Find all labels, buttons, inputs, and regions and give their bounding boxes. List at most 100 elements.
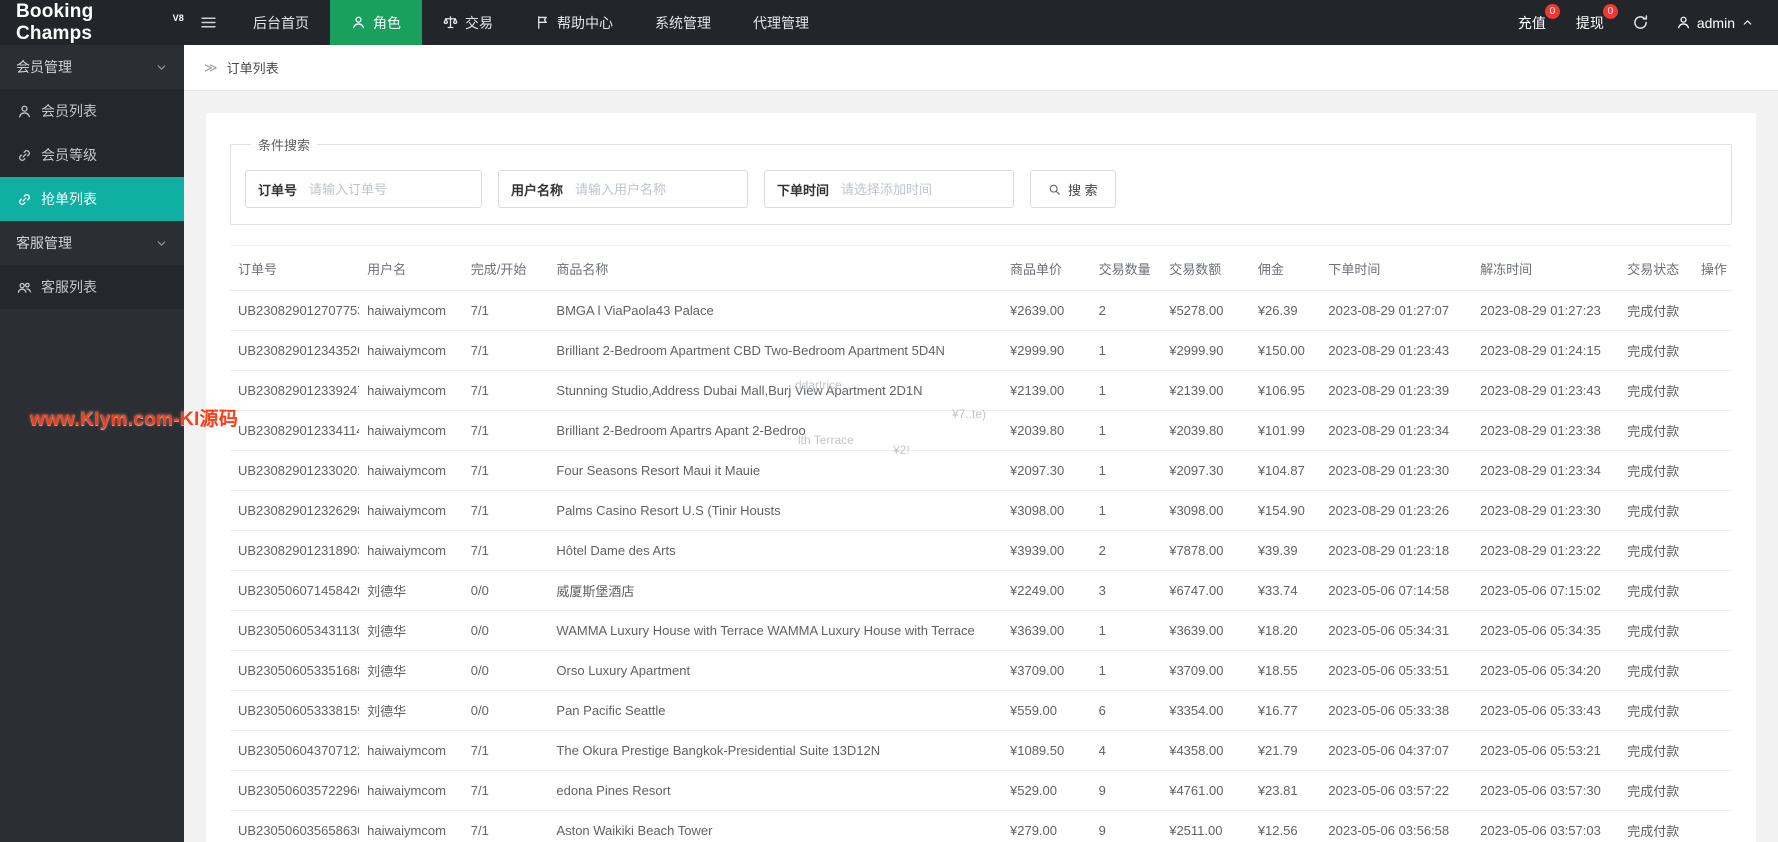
order-time-field-label: 下单时间 (777, 182, 830, 198)
nav-item-label: 系统管理 (655, 14, 711, 31)
cell-done-start: 7/1 (462, 370, 549, 411)
sidebar-item-member-level[interactable]: 会员等级 (0, 133, 184, 177)
cell-unit-price: ¥2139.00 (1002, 370, 1091, 411)
cell-username: 刘德华 (359, 610, 463, 651)
nav-item-dashboard[interactable]: 后台首页 (232, 0, 330, 45)
order-time-field: 下单时间 (764, 170, 1015, 208)
nav-item-label: 角色 (373, 14, 401, 31)
cell-product-name: edona Pines Resort (548, 770, 1003, 811)
sidebar-item-service-list[interactable]: 客服列表 (0, 265, 184, 309)
cell-unit-price: ¥529.00 (1002, 770, 1091, 811)
cell-order-no: UB2305060714584204 (230, 570, 360, 611)
cell-product-name: Hôtel Dame des Arts (548, 530, 1003, 571)
sidebar-group-service-management[interactable]: 客服管理 (0, 221, 184, 265)
cell-unit-price: ¥559.00 (1002, 690, 1091, 731)
cell-trade-status: 完成付款 (1619, 290, 1693, 331)
cell-product-name: WAMMA Luxury House with Terrace WAMMA Lu… (548, 610, 1003, 651)
cell-trade-amount: ¥2039.80 (1161, 410, 1250, 451)
cell-commission: ¥21.79 (1249, 730, 1321, 771)
order-no-input[interactable] (309, 171, 482, 207)
cell-order-time: 2023-08-29 01:23:39 (1320, 370, 1473, 411)
cell-actions (1692, 290, 1732, 331)
cell-trade-qty: 6 (1090, 690, 1162, 731)
cell-trade-qty: 1 (1090, 330, 1162, 371)
cell-order-time: 2023-05-06 05:34:31 (1320, 610, 1473, 651)
cell-done-start: 7/1 (462, 290, 549, 331)
cell-order-no: UB2308290123189030 (230, 530, 360, 571)
username-input[interactable] (575, 171, 748, 207)
search-button[interactable]: 搜 索 (1030, 170, 1116, 208)
cell-order-no: UB2305060357229663 (230, 770, 360, 811)
cell-unfreeze-time: 2023-08-29 01:23:38 (1472, 410, 1620, 451)
cell-trade-qty: 1 (1090, 370, 1162, 411)
cell-trade-amount: ¥3354.00 (1161, 690, 1250, 731)
brand-version: V8 (172, 12, 184, 23)
refresh-button[interactable] (1619, 0, 1662, 45)
cell-order-no: UB2305060533381597 (230, 690, 360, 731)
cell-username: haiwaiymcom (359, 810, 463, 842)
nav-menu: 后台首页 角色 交易 帮助中心 系统管理 代理管理 (232, 0, 830, 45)
cell-username: haiwaiymcom (359, 450, 463, 491)
cell-trade-amount: ¥5278.00 (1161, 290, 1250, 331)
sidebar-group-member-management[interactable]: 会员管理 (0, 45, 184, 89)
sidebar-group-items: 客服列表 (0, 265, 184, 309)
cell-username: haiwaiymcom (359, 410, 463, 451)
col-header-actions: 操作 (1692, 245, 1732, 291)
cell-order-no: UB2305060533516881 (230, 650, 360, 691)
cell-done-start: 0/0 (462, 690, 549, 731)
cell-username: haiwaiymcom (359, 530, 463, 571)
table-row: UB2305060534311307 刘德华 0/0 WAMMA Luxury Hou… (230, 610, 1732, 651)
cell-trade-status: 完成付款 (1619, 490, 1693, 531)
nav-item-trade[interactable]: 交易 (422, 0, 514, 45)
sidebar-item-member-list[interactable]: 会员列表 (0, 89, 184, 133)
nav-item-help-center[interactable]: 帮助中心 (514, 0, 634, 45)
search-fields-row: 订单号 用户名称 下单时间 搜 索 (245, 170, 1717, 208)
cell-username: haiwaiymcom (359, 490, 463, 531)
nav-item-label: 代理管理 (753, 14, 809, 31)
nav-item-agent[interactable]: 代理管理 (732, 0, 830, 45)
cell-product-name: Stunning Studio,Address Dubai Mall,Burj … (548, 370, 1003, 411)
cell-done-start: 0/0 (462, 650, 549, 691)
cell-commission: ¥104.87 (1249, 450, 1321, 491)
cell-order-time: 2023-05-06 07:14:58 (1320, 570, 1473, 611)
user-menu[interactable]: admin (1662, 0, 1768, 45)
table-row: UB2308290123392479 haiwaiymcom 7/1 Stunning… (230, 370, 1732, 411)
cell-done-start: 7/1 (462, 810, 549, 842)
cell-unfreeze-time: 2023-08-29 01:23:22 (1472, 530, 1620, 571)
cell-product-name: Palms Casino Resort U.S (Tinir Housts (548, 490, 1003, 531)
nav-item-role[interactable]: 角色 (330, 0, 422, 45)
cell-order-no: UB2308290123392479 (230, 370, 360, 411)
cell-actions (1692, 450, 1732, 491)
withdraw-button[interactable]: 提现 0 (1561, 0, 1619, 45)
user-name: admin (1696, 14, 1735, 31)
menu-toggle-button[interactable] (184, 0, 232, 45)
sidebar-item-label: 会员等级 (41, 147, 97, 163)
orders-table-head: 订单号 用户名 完成/开始 商品名称 商品单价 交易数量 交易数额 佣金 下单时间 解冻时间 交易状… (230, 245, 1732, 291)
chevron-down-icon (155, 61, 168, 74)
cell-trade-status: 完成付款 (1619, 690, 1693, 731)
withdraw-label: 提现 (1575, 14, 1604, 31)
order-no-field-label: 订单号 (258, 182, 298, 198)
cell-trade-qty: 1 (1090, 410, 1162, 451)
cell-order-time: 2023-05-06 04:37:07 (1320, 730, 1473, 771)
cell-product-name: Brilliant 2-Bedroom Apartment CBD Two-Be… (548, 330, 1003, 371)
users-icon (17, 280, 32, 295)
sidebar-item-grab-order-list[interactable]: 抢单列表 (0, 177, 184, 221)
refresh-icon (1632, 14, 1649, 31)
cell-order-time: 2023-08-29 01:23:26 (1320, 490, 1473, 531)
nav-item-system[interactable]: 系统管理 (634, 0, 732, 45)
recharge-button[interactable]: 充值 0 (1503, 0, 1561, 45)
cell-trade-status: 完成付款 (1619, 770, 1693, 811)
nav-item-label: 交易 (465, 14, 493, 31)
cell-commission: ¥26.39 (1249, 290, 1321, 331)
cell-trade-qty: 9 (1090, 770, 1162, 811)
cell-done-start: 7/1 (462, 410, 549, 451)
table-row: UB2305060357229663 haiwaiymcom 7/1 edona Pi… (230, 770, 1732, 811)
cell-commission: ¥23.81 (1249, 770, 1321, 811)
cell-trade-status: 完成付款 (1619, 330, 1693, 371)
cell-unit-price: ¥3709.00 (1002, 650, 1091, 691)
cell-actions (1692, 690, 1732, 731)
sidebar-item-label: 抢单列表 (41, 191, 97, 207)
cell-unfreeze-time: 2023-05-06 05:33:43 (1472, 690, 1620, 731)
order-time-input[interactable] (841, 171, 1014, 207)
